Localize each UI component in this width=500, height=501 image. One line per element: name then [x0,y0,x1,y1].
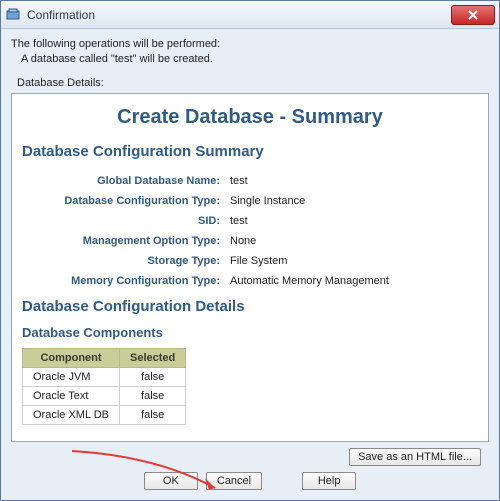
titlebar: Confirmation [1,1,499,29]
components-heading: Database Components [22,325,478,340]
config-summary-table: Global Database Name:test Database Confi… [22,170,478,292]
label-sid: SID: [24,212,224,230]
value-config-type: Single Instance [226,192,476,210]
value-mgmt-option: None [226,232,476,250]
window-title: Confirmation [27,8,451,22]
value-global-db-name: test [226,172,476,190]
cancel-button[interactable]: Cancel [206,472,262,490]
summary-pane[interactable]: Create Database - Summary Database Confi… [11,93,489,442]
table-row: Oracle XML DBfalse [23,405,186,424]
confirmation-dialog: Confirmation The following operations wi… [0,0,500,501]
components-header-selected: Selected [120,348,186,367]
close-button[interactable] [451,5,495,25]
dialog-body: The following operations will be perform… [1,29,499,500]
component-selected: false [120,405,186,424]
component-name: Oracle XML DB [23,405,120,424]
value-storage-type: File System [226,252,476,270]
save-as-html-button[interactable]: Save as an HTML file... [349,448,481,466]
dialog-footer: Save as an HTML file... OK Cancel Help [11,442,489,496]
ok-button[interactable]: OK [144,472,198,490]
component-name: Oracle Text [23,386,120,405]
label-config-type: Database Configuration Type: [24,192,224,210]
components-table: Component Selected Oracle JVMfalse Oracl… [22,348,186,425]
component-selected: false [120,386,186,405]
label-global-db-name: Global Database Name: [24,172,224,190]
label-mgmt-option: Management Option Type: [24,232,224,250]
intro-text: The following operations will be perform… [11,37,489,67]
intro-line1: The following operations will be perform… [11,37,489,52]
table-row: Oracle JVMfalse [23,367,186,386]
table-row: Oracle Textfalse [23,386,186,405]
intro-line2: A database called "test" will be created… [21,52,489,67]
label-storage-type: Storage Type: [24,252,224,270]
value-sid: test [226,212,476,230]
config-summary-heading: Database Configuration Summary [22,143,478,160]
database-details-label: Database Details: [17,77,489,89]
help-button[interactable]: Help [302,472,356,490]
page-title: Create Database - Summary [22,106,478,129]
app-icon [5,7,21,23]
config-details-heading: Database Configuration Details [22,298,478,315]
components-header-component: Component [23,348,120,367]
component-selected: false [120,367,186,386]
label-memory-config: Memory Configuration Type: [24,272,224,290]
value-memory-config: Automatic Memory Management [226,272,476,290]
component-name: Oracle JVM [23,367,120,386]
